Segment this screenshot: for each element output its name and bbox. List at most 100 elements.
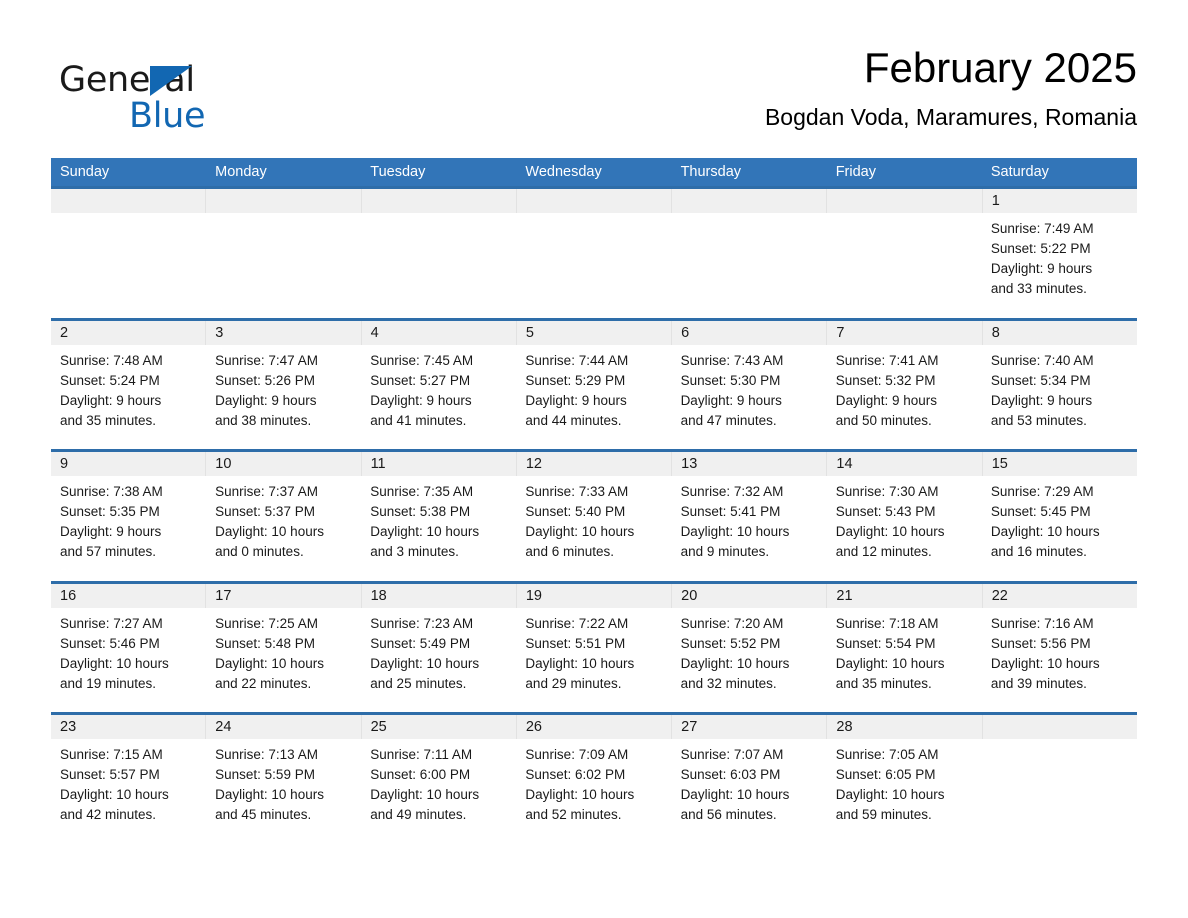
day-cell[interactable]: Sunrise: 7:48 AM Sunset: 5:24 PM Dayligh… (51, 345, 206, 449)
day-number-band: 23 24 25 26 27 28 (51, 715, 1137, 739)
daylight-text-line2: and 52 minutes. (525, 807, 622, 822)
day-number[interactable]: 1 (983, 189, 1137, 213)
sunset-text: Sunset: 6:00 PM (370, 767, 471, 782)
day-number[interactable]: 19 (517, 583, 673, 608)
day-cell[interactable]: Sunrise: 7:37 AM Sunset: 5:37 PM Dayligh… (206, 476, 361, 580)
day-cell[interactable]: Sunrise: 7:44 AM Sunset: 5:29 PM Dayligh… (516, 345, 671, 449)
day-cell[interactable] (672, 213, 827, 317)
day-number[interactable]: 12 (517, 452, 673, 476)
day-cell[interactable] (516, 213, 671, 317)
day-cell[interactable] (982, 739, 1137, 843)
sunrise-text: Sunrise: 7:35 AM (370, 484, 474, 499)
day-cell[interactable]: Sunrise: 7:11 AM Sunset: 6:00 PM Dayligh… (361, 739, 516, 843)
day-number[interactable] (362, 189, 517, 213)
day-cell[interactable]: Sunrise: 7:15 AM Sunset: 5:57 PM Dayligh… (51, 739, 206, 843)
day-number[interactable] (672, 189, 828, 213)
day-cell[interactable]: Sunrise: 7:20 AM Sunset: 5:52 PM Dayligh… (672, 608, 827, 712)
weekday-header-thursday: Thursday (680, 164, 742, 180)
day-cell[interactable]: Sunrise: 7:22 AM Sunset: 5:51 PM Dayligh… (516, 608, 671, 712)
day-cell[interactable]: Sunrise: 7:40 AM Sunset: 5:34 PM Dayligh… (982, 345, 1137, 449)
day-cell[interactable]: Sunrise: 7:09 AM Sunset: 6:02 PM Dayligh… (516, 739, 671, 843)
weekday-header-row: Sunday Monday Tuesday Wednesday Thursday… (51, 158, 1137, 186)
day-number[interactable]: 10 (206, 452, 362, 476)
day-cell[interactable]: Sunrise: 7:16 AM Sunset: 5:56 PM Dayligh… (982, 608, 1137, 712)
day-cell[interactable]: Sunrise: 7:49 AM Sunset: 5:22 PM Dayligh… (982, 213, 1137, 317)
sunset-text: Sunset: 5:34 PM (990, 372, 1091, 388)
day-number[interactable]: 26 (517, 715, 673, 739)
sunrise-text: Sunrise: 7:18 AM (835, 615, 939, 631)
day-cell[interactable] (206, 213, 361, 317)
day-number[interactable] (51, 189, 207, 213)
weekday-header-saturday: Saturday (990, 164, 1049, 180)
weekday-header-monday: Monday (215, 164, 267, 180)
daylight-text-line2: and 39 minutes. (990, 675, 1087, 691)
day-number[interactable]: 24 (206, 715, 362, 739)
day-cell[interactable]: Sunrise: 7:43 AM Sunset: 5:30 PM Dayligh… (672, 345, 827, 449)
sunrise-text: Sunrise: 7:40 AM (990, 352, 1094, 368)
day-cell[interactable] (827, 213, 982, 317)
day-number[interactable] (983, 715, 1137, 739)
day-cell[interactable]: Sunrise: 7:05 AM Sunset: 6:05 PM Dayligh… (827, 739, 982, 843)
day-cell[interactable]: Sunrise: 7:47 AM Sunset: 5:26 PM Dayligh… (206, 345, 361, 449)
day-number[interactable]: 8 (983, 321, 1137, 345)
day-cell[interactable]: Sunrise: 7:27 AM Sunset: 5:46 PM Dayligh… (51, 608, 206, 712)
day-number[interactable]: 21 (827, 583, 983, 608)
daylight-text-line1: Daylight: 10 hours (680, 787, 790, 802)
day-cell[interactable]: Sunrise: 7:23 AM Sunset: 5:49 PM Dayligh… (361, 608, 516, 712)
daylight-text-line2: and 6 minutes. (525, 544, 614, 559)
sunset-text: Sunset: 6:05 PM (835, 767, 936, 782)
day-number[interactable]: 9 (51, 452, 207, 476)
day-cell[interactable]: Sunrise: 7:32 AM Sunset: 5:41 PM Dayligh… (672, 476, 827, 580)
week-row: 23 24 25 26 27 28 Sunrise: 7:15 AM Sunse… (51, 712, 1137, 844)
day-number[interactable]: 20 (672, 583, 828, 608)
day-cell[interactable]: Sunrise: 7:33 AM Sunset: 5:40 PM Dayligh… (516, 476, 671, 580)
day-cell[interactable]: Sunrise: 7:45 AM Sunset: 5:27 PM Dayligh… (361, 345, 516, 449)
day-number[interactable]: 28 (827, 715, 983, 739)
day-number[interactable]: 4 (362, 320, 517, 345)
day-number[interactable] (206, 189, 362, 213)
sunrise-text: Sunrise: 7:16 AM (990, 615, 1094, 631)
general-blue-logo[interactable]: General Blue (51, 48, 351, 138)
sunrise-text: Sunrise: 7:38 AM (60, 484, 163, 499)
day-number[interactable]: 7 (827, 320, 983, 345)
sunrise-text: Sunrise: 7:09 AM (525, 747, 629, 762)
day-number[interactable]: 15 (983, 452, 1137, 476)
day-number[interactable]: 6 (672, 320, 828, 345)
day-cell[interactable]: Sunrise: 7:30 AM Sunset: 5:43 PM Dayligh… (827, 476, 982, 580)
day-cell[interactable]: Sunrise: 7:25 AM Sunset: 5:48 PM Dayligh… (206, 608, 361, 712)
day-number[interactable]: 17 (206, 583, 362, 608)
day-number[interactable]: 3 (206, 320, 362, 345)
day-cell[interactable]: Sunrise: 7:35 AM Sunset: 5:38 PM Dayligh… (361, 476, 516, 580)
day-cell[interactable]: Sunrise: 7:13 AM Sunset: 5:59 PM Dayligh… (206, 739, 361, 843)
day-cell[interactable]: Sunrise: 7:38 AM Sunset: 5:35 PM Dayligh… (51, 476, 206, 580)
daylight-text-line1: Daylight: 10 hours (215, 655, 324, 671)
day-number[interactable]: 23 (51, 715, 207, 739)
day-number[interactable]: 11 (362, 452, 517, 476)
day-number[interactable]: 16 (51, 583, 207, 608)
sunrise-text: Sunrise: 7:15 AM (60, 747, 163, 762)
day-cell[interactable]: Sunrise: 7:07 AM Sunset: 6:03 PM Dayligh… (672, 739, 827, 843)
day-number[interactable]: 18 (362, 583, 517, 608)
day-cell[interactable]: Sunrise: 7:41 AM Sunset: 5:32 PM Dayligh… (827, 345, 982, 449)
day-number[interactable]: 27 (672, 715, 828, 739)
day-number[interactable]: 2 (51, 320, 207, 345)
daylight-text-line2: and 44 minutes. (525, 412, 622, 428)
day-number[interactable]: 13 (672, 452, 828, 476)
day-detail-band: Sunrise: 7:48 AM Sunset: 5:24 PM Dayligh… (51, 345, 1137, 449)
daylight-text-line1: Daylight: 9 hours (525, 392, 627, 408)
sunset-text: Sunset: 5:46 PM (60, 635, 160, 651)
daylight-text-line1: Daylight: 10 hours (370, 524, 480, 539)
day-number[interactable]: 5 (517, 320, 673, 345)
day-number[interactable]: 25 (362, 715, 517, 739)
day-number[interactable]: 14 (827, 452, 983, 476)
day-number[interactable]: 22 (983, 584, 1137, 608)
day-number[interactable] (827, 189, 983, 213)
day-cell[interactable]: Sunrise: 7:29 AM Sunset: 5:45 PM Dayligh… (982, 476, 1137, 580)
day-cell[interactable] (361, 213, 516, 317)
daylight-text-line1: Daylight: 10 hours (525, 655, 635, 671)
daylight-text-line1: Daylight: 10 hours (525, 524, 635, 539)
day-cell[interactable]: Sunrise: 7:18 AM Sunset: 5:54 PM Dayligh… (827, 608, 982, 712)
day-number-band: 9 10 11 12 13 14 15 (51, 452, 1137, 476)
day-cell[interactable] (51, 213, 206, 317)
day-number[interactable] (517, 189, 673, 213)
